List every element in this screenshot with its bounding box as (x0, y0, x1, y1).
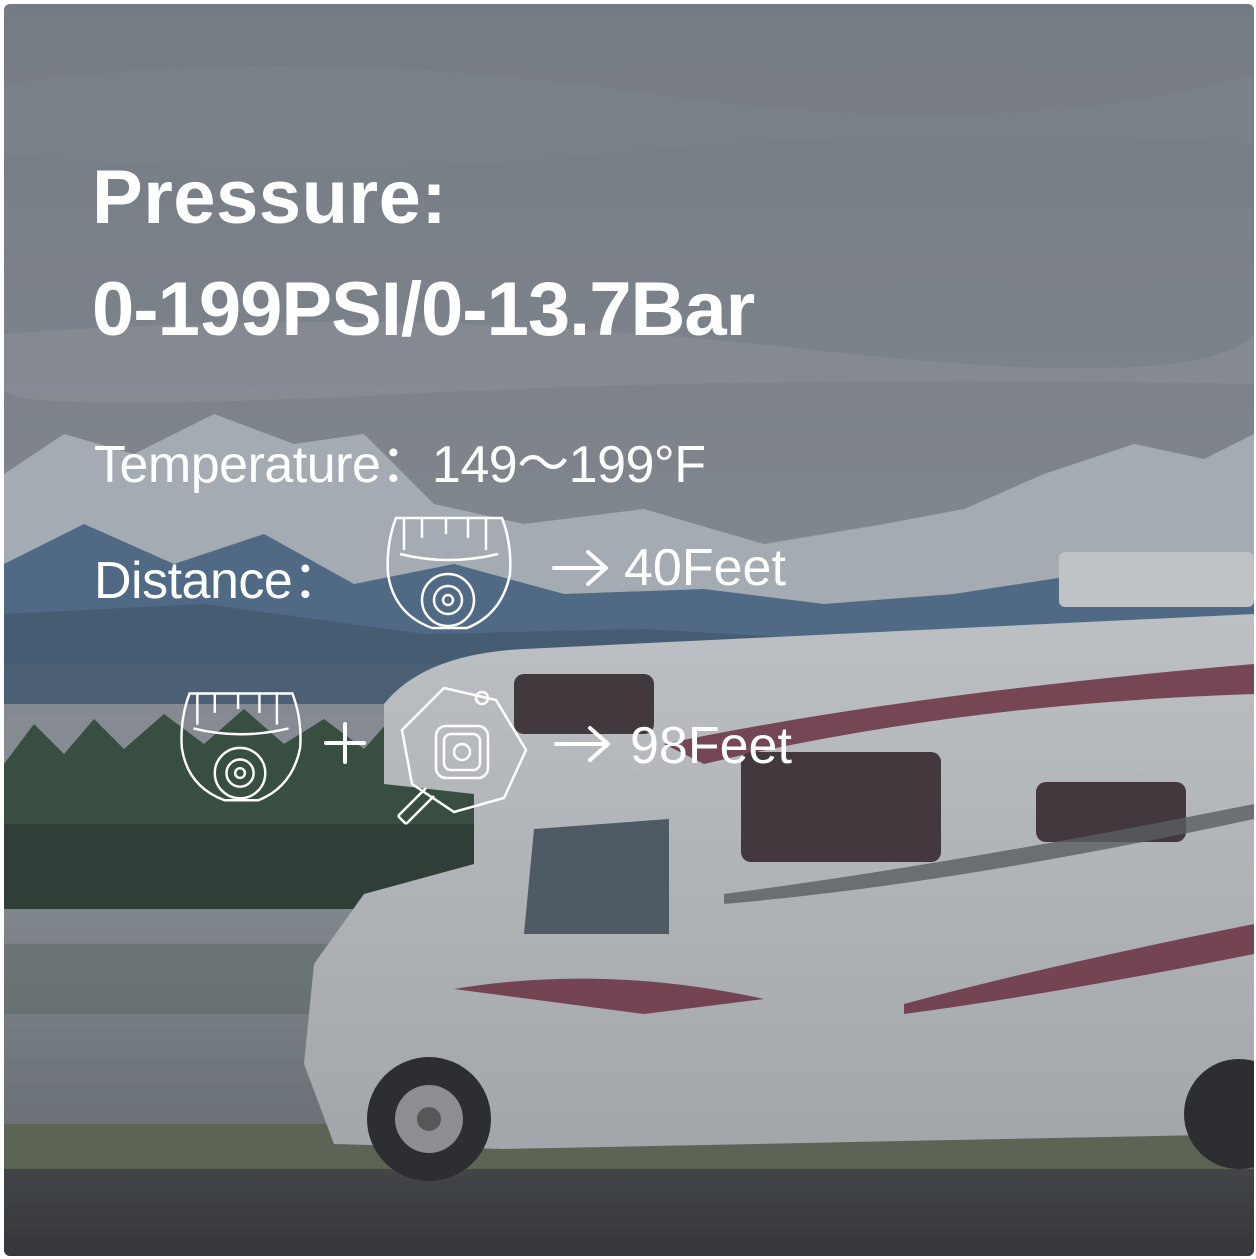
arrow-right-icon (554, 726, 610, 762)
distance-label: Distance： (94, 552, 344, 610)
distance-single-value: 40Feet (624, 539, 786, 597)
tire-sensor-icon (386, 516, 512, 630)
pressure-heading: Pressure: (92, 155, 448, 240)
tire-sensor-icon (180, 692, 302, 802)
pressure-range: 0-199PSI/0-13.7Bar (92, 267, 755, 352)
plus-icon (324, 722, 366, 764)
distance-repeater-value: 98Feet (630, 717, 792, 775)
temperature-spec: Temperature：149～199°F (94, 436, 706, 494)
signal-repeater-icon (397, 686, 528, 825)
rv-landscape-photo: Pressure: 0-199PSI/0-13.7Bar Temperature… (4, 4, 1254, 1256)
product-banner: Pressure: 0-199PSI/0-13.7Bar Temperature… (0, 0, 1256, 1259)
arrow-right-icon (552, 550, 608, 586)
